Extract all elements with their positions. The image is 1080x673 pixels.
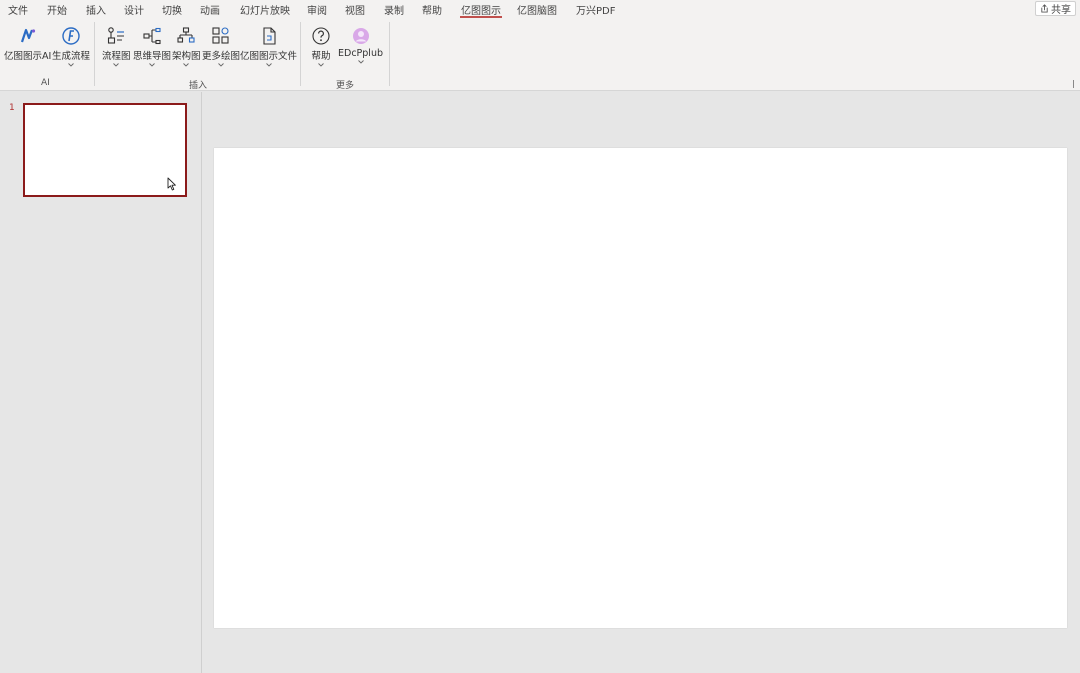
tab-edraw-mind[interactable]: 亿图脑图 [517,2,557,17]
chevron-down-icon [318,63,324,67]
avatar-icon [352,28,369,44]
account-button[interactable]: EDcPplub [338,26,383,64]
flowchart-ai-icon [62,27,80,45]
generate-flow-label: 生成流程 [52,51,91,62]
chevron-down-icon [149,63,155,67]
tab-record[interactable]: 录制 [384,2,404,17]
tab-view[interactable]: 视图 [345,2,365,17]
tab-insert[interactable]: 插入 [86,2,106,17]
share-icon [1041,4,1048,13]
orgchart-label: 架构图 [172,51,201,62]
group-label-more: 更多 [336,81,355,91]
flowchart-icon [108,27,125,44]
menu-bar: 文件 开始 插入 设计 切换 动画 幻灯片放映 审阅 视图 录制 帮助 亿图图示… [0,0,1080,18]
chevron-down-icon [68,63,74,67]
chevron-down-icon [113,63,120,67]
help-label: 帮助 [311,51,331,62]
help-icon [312,27,330,45]
tab-animations[interactable]: 动画 [200,2,220,17]
mindmap-label: 思维导图 [133,51,172,62]
tab-edraw[interactable]: 亿图图示 [460,2,502,18]
orgchart-icon [177,27,195,43]
edraw-file-button[interactable]: 亿图图示文件 [240,26,297,67]
orgchart-button[interactable]: 架构图 [172,26,201,67]
slide-thumbnail[interactable] [23,103,187,197]
more-diagrams-button[interactable]: 更多绘图 [202,26,240,67]
flowchart-label: 流程图 [102,51,131,62]
more-diagrams-icon [212,27,229,44]
edraw-ai-label: 亿图图示AI [4,51,52,62]
tab-slideshow[interactable]: 幻灯片放映 [240,2,290,17]
tab-design[interactable]: 设计 [124,2,144,17]
tab-help[interactable]: 帮助 [422,2,442,17]
tab-review[interactable]: 审阅 [307,2,327,17]
ribbon-collapse-icon[interactable] [1070,80,1077,88]
chevron-down-icon [183,63,190,67]
flowchart-button[interactable]: 流程图 [102,26,131,67]
slide-thumbnail-pane: 1 [0,92,202,673]
more-diagrams-label: 更多绘图 [202,51,241,62]
slide-number: 1 [9,103,15,113]
edraw-ai-icon [20,28,35,43]
generate-flow-button[interactable]: 生成流程 [52,26,90,67]
chevron-down-icon [265,63,272,67]
mouse-cursor-icon [167,177,176,191]
chevron-down-icon [357,60,364,64]
group-separator [300,22,301,86]
slide-canvas[interactable] [214,148,1067,628]
chevron-down-icon [218,63,224,67]
edraw-file-icon [262,27,276,45]
mindmap-icon [143,27,161,45]
share-button[interactable]: 共享 [1035,1,1076,16]
tab-transitions[interactable]: 切换 [162,2,182,17]
group-label-ai: AI [41,78,50,88]
group-separator [94,22,95,86]
edraw-file-label: 亿图图示文件 [240,51,298,62]
help-button[interactable]: 帮助 [311,26,331,67]
group-label-insert: 插入 [189,81,208,91]
share-label: 共享 [1051,5,1071,16]
tab-pdf[interactable]: 万兴PDF [576,2,615,17]
group-separator [389,22,390,86]
edraw-ai-button[interactable]: 亿图图示AI [4,26,51,62]
tab-file[interactable]: 文件 [8,2,28,17]
ribbon: 亿图图示AI 生成流程 AI 流程图 思维导图 架构图 更多绘图 亿图图示文件 … [0,18,1080,91]
tab-home[interactable]: 开始 [47,2,67,17]
account-label: EDcPplub [338,48,383,59]
mindmap-button[interactable]: 思维导图 [133,26,171,67]
